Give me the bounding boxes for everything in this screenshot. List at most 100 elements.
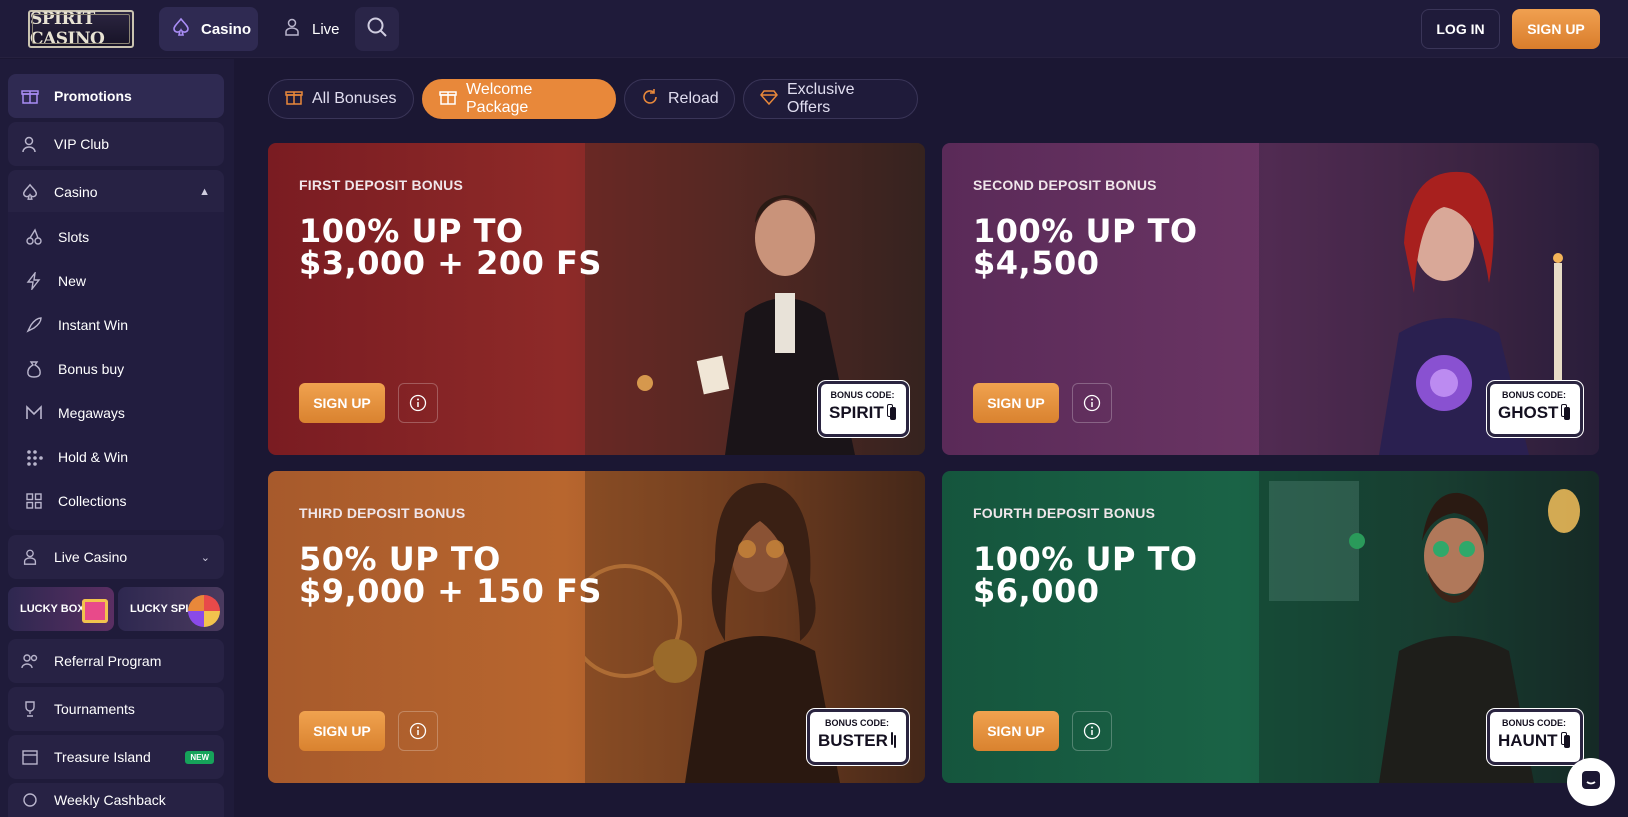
sidebar-item-casino[interactable]: Casino ▲: [8, 170, 224, 214]
sidebar-item-hold-win[interactable]: Hold & Win: [8, 435, 224, 479]
sidebar-item-instant-win[interactable]: Instant Win: [8, 303, 224, 347]
reload-icon: [641, 88, 659, 111]
sidebar-item-collections[interactable]: Collections: [8, 479, 224, 523]
trophy-icon: [20, 699, 40, 719]
new-badge: NEW: [185, 750, 214, 764]
card-signup-button[interactable]: SIGN UP: [299, 383, 385, 423]
copy-icon[interactable]: [889, 406, 896, 420]
card-kicker: FOURTH DEPOSIT BONUS: [973, 505, 1156, 521]
lucky-box-banner[interactable]: LUCKY BOX: [8, 587, 114, 631]
bonus-card-second: SECOND DEPOSIT BONUS 100% UP TO $4,500 S…: [942, 143, 1599, 455]
bonus-code-label: BONUS CODE:: [830, 390, 895, 400]
filter-label: Welcome Package: [466, 81, 533, 116]
chevron-up-icon: ▲: [199, 186, 210, 198]
gift-open-icon: [439, 88, 457, 111]
sidebar-sub-label: Instant Win: [58, 317, 129, 333]
lucky-spin-label: LUCKY SPIN: [130, 603, 197, 615]
sidebar-item-tournaments[interactable]: Tournaments: [8, 687, 224, 731]
sidebar-item-treasure-island[interactable]: Treasure Island NEW: [8, 735, 224, 779]
copy-icon[interactable]: [893, 734, 896, 748]
cherry-icon: [24, 227, 44, 247]
filter-exclusive-offers[interactable]: Exclusive Offers: [743, 79, 918, 119]
sidebar-item-bonus-buy[interactable]: Bonus buy: [8, 347, 224, 391]
sidebar-item-label: Tournaments: [54, 701, 135, 717]
diamond-icon: [760, 88, 778, 111]
filter-label: Exclusive Offers: [787, 81, 855, 116]
filter-label: All Bonuses: [312, 90, 397, 107]
calendar-icon: [20, 747, 40, 767]
sidebar-item-referral[interactable]: Referral Program: [8, 639, 224, 683]
nav-casino[interactable]: Casino: [159, 7, 258, 51]
bonus-code-box[interactable]: BONUS CODE: BUSTER: [807, 709, 909, 765]
copy-icon[interactable]: [1563, 734, 1570, 748]
sidebar-item-label: Weekly Cashback: [54, 792, 166, 808]
money-bag-icon: [24, 359, 44, 379]
spade-icon: [20, 182, 40, 202]
bonus-code-box[interactable]: BONUS CODE: SPIRIT: [818, 381, 909, 437]
sidebar-item-label: Live Casino: [54, 549, 128, 565]
sidebar-item-vip[interactable]: VIP Club: [8, 122, 224, 166]
sidebar-sub-label: Hold & Win: [58, 449, 129, 465]
info-icon[interactable]: [398, 711, 438, 751]
bonus-card-fourth: FOURTH DEPOSIT BONUS 100% UP TO $6,000 S…: [942, 471, 1599, 783]
top-bar: SPIRIT CASINO Casino Live LOG IN SIGN UP: [0, 0, 1628, 58]
filter-welcome-package[interactable]: Welcome Package: [422, 79, 616, 119]
bonus-code-value: HAUNT: [1498, 731, 1558, 750]
sidebar-sub-label: Slots: [58, 229, 90, 245]
megaways-icon: [24, 403, 44, 423]
spade-icon: [171, 17, 191, 41]
sidebar-sub-label: Collections: [58, 493, 127, 509]
filter-reload[interactable]: Reload: [624, 79, 735, 119]
sidebar-item-slots[interactable]: Slots: [8, 215, 224, 259]
info-icon[interactable]: [1072, 711, 1112, 751]
bonus-code-box[interactable]: BONUS CODE: GHOST: [1487, 381, 1583, 437]
copy-icon[interactable]: [1564, 406, 1570, 420]
bonus-code-box[interactable]: BONUS CODE: HAUNT: [1487, 709, 1583, 765]
logo[interactable]: SPIRIT CASINO: [28, 9, 134, 49]
sidebar-item-new[interactable]: New: [8, 259, 224, 303]
grid-icon: [24, 491, 44, 511]
bonus-code-label: BONUS CODE:: [1501, 390, 1566, 400]
sidebar-sub-label: Megaways: [58, 405, 125, 421]
card-title: 100% UP TO $4,500: [973, 212, 1198, 282]
sidebar-item-live-casino[interactable]: Live Casino ⌄: [8, 535, 224, 579]
sidebar-item-label: Referral Program: [54, 653, 162, 669]
lucky-spin-banner[interactable]: LUCKY SPIN: [118, 587, 224, 631]
user-icon: [20, 134, 40, 154]
dealer-icon: [282, 17, 302, 41]
card-title: 100% UP TO $3,000 + 200 FS: [299, 212, 602, 282]
users-icon: [20, 651, 40, 671]
card-kicker: FIRST DEPOSIT BONUS: [299, 177, 464, 193]
card-signup-button[interactable]: SIGN UP: [973, 383, 1059, 423]
bonus-code-value: GHOST: [1498, 403, 1559, 422]
login-button[interactable]: LOG IN: [1421, 9, 1500, 49]
search-icon: [366, 16, 388, 42]
sidebar-item-megaways[interactable]: Megaways: [8, 391, 224, 435]
nav-live[interactable]: Live: [270, 7, 350, 51]
bonus-code-value: SPIRIT: [829, 403, 884, 422]
search-button[interactable]: [355, 7, 399, 51]
sidebar-item-label: VIP Club: [54, 136, 109, 152]
card-signup-button[interactable]: SIGN UP: [973, 711, 1059, 751]
signup-button[interactable]: SIGN UP: [1512, 9, 1600, 49]
gift-icon: [20, 86, 40, 106]
filter-label: Reload: [668, 90, 719, 107]
info-icon[interactable]: [1072, 383, 1112, 423]
chevron-down-icon: ⌄: [200, 551, 210, 564]
nav-casino-label: Casino: [201, 20, 252, 38]
sidebar: Promotions VIP Club Casino ▲ Slots New I…: [0, 59, 234, 817]
lightning-icon: [24, 271, 44, 291]
sidebar-item-weekly-cashback[interactable]: Weekly Cashback: [8, 783, 224, 817]
sidebar-item-promotions[interactable]: Promotions: [8, 74, 224, 118]
card-signup-button[interactable]: SIGN UP: [299, 711, 385, 751]
chat-button[interactable]: [1567, 758, 1615, 806]
sidebar-item-label: Treasure Island: [54, 749, 151, 765]
bonus-code-label: BONUS CODE:: [824, 718, 889, 728]
info-icon[interactable]: [398, 383, 438, 423]
sidebar-sub-label: Bonus buy: [58, 361, 125, 377]
bonus-code-value: BUSTER: [818, 731, 888, 750]
chat-icon: [1579, 768, 1603, 797]
filter-all-bonuses[interactable]: All Bonuses: [268, 79, 414, 119]
bonus-card-first: FIRST DEPOSIT BONUS 100% UP TO $3,000 + …: [268, 143, 925, 455]
gift-icon: [285, 88, 303, 111]
